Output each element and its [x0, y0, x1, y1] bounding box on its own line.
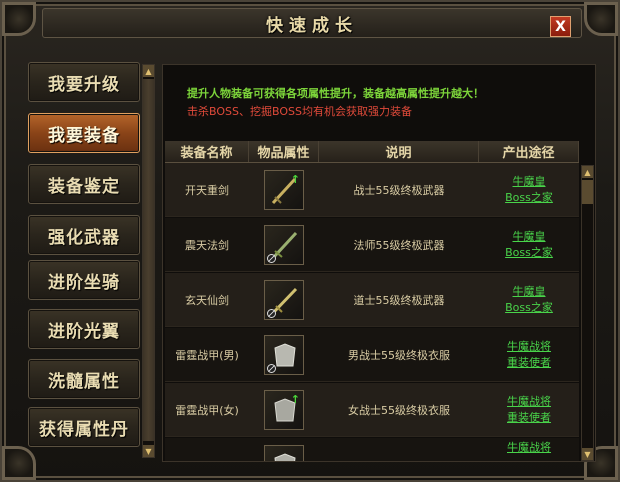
menu-scrollbar[interactable]: ▲ ▼ — [142, 64, 155, 458]
item-name: 开天重剑 — [185, 183, 229, 197]
menu-item-advance-wings[interactable]: 进阶光翼 — [28, 309, 140, 349]
item-description: 战士55级终极武器 — [353, 183, 445, 197]
sword-icon[interactable] — [264, 224, 304, 265]
table-row: 玄天仙剑 道士55级终极武器 牛魔皇 Boss之家 — [165, 273, 579, 327]
upgrade-arrow-icon: ↑ — [290, 172, 300, 186]
ornament-corner — [2, 2, 36, 36]
header-name: 装备名称 — [165, 141, 249, 162]
item-name — [165, 438, 249, 461]
scroll-down-icon[interactable]: ▼ — [582, 448, 593, 460]
item-name: 玄天仙剑 — [185, 293, 229, 307]
table-row: 牛魔战将 — [165, 438, 579, 461]
source-link[interactable]: Boss之家 — [505, 190, 553, 206]
notice: 提升人物装备可获得各项属性提升，装备越高属性提升越大！ 击杀BOSS、挖掘BOS… — [187, 85, 587, 121]
source-link[interactable]: Boss之家 — [505, 300, 553, 316]
item-description: 道士55级终极武器 — [353, 293, 445, 307]
armor-icon[interactable] — [264, 334, 304, 375]
item-name: 震天法剑 — [185, 238, 229, 252]
header-attributes: 物品属性 — [249, 141, 319, 162]
title-bar: 快速成长 — [42, 8, 582, 38]
armor-icon[interactable]: ↑ — [264, 389, 304, 430]
source-link[interactable]: 重装使者 — [507, 355, 551, 371]
scroll-up-icon[interactable]: ▲ — [582, 166, 593, 178]
table-row: 开天重剑 ↑ 战士55级终极武器 牛魔皇 Boss之家 — [165, 163, 579, 217]
scroll-down-icon[interactable]: ▼ — [143, 445, 154, 457]
sword-icon[interactable] — [264, 279, 304, 320]
ornament-corner — [584, 2, 618, 36]
upgrade-arrow-icon: ↑ — [290, 392, 300, 406]
item-description — [319, 438, 479, 461]
table-row: 雷霆战甲(女) ↑ 女战士55级终极衣服 牛魔战将 重装使者 — [165, 383, 579, 437]
item-name: 雷霆战甲(男) — [175, 348, 239, 362]
menu-item-advance-mount[interactable]: 进阶坐骑 — [28, 260, 140, 300]
item-name: 雷霆战甲(女) — [175, 403, 239, 417]
scroll-thumb[interactable] — [582, 180, 593, 204]
source-link[interactable]: 牛魔皇 — [513, 229, 546, 245]
notice-line-1: 提升人物装备可获得各项属性提升，装备越高属性提升越大！ — [187, 87, 484, 100]
menu-item-level-up[interactable]: 我要升级 — [28, 62, 140, 102]
menu-item-attribute-pill[interactable]: 获得属性丹 — [28, 407, 140, 447]
source-link[interactable]: 牛魔战将 — [507, 440, 551, 456]
item-description: 女战士55级终极衣服 — [348, 403, 450, 417]
equipment-table: 装备名称 物品属性 说明 产出途径 开天重剑 ↑ 战士55级终极武器 牛魔皇 B… — [165, 141, 579, 461]
menu-item-equipment[interactable]: 我要装备 — [28, 113, 140, 153]
source-link[interactable]: 牛魔战将 — [507, 339, 551, 355]
content-panel: 提升人物装备可获得各项属性提升，装备越高属性提升越大！ 击杀BOSS、挖掘BOS… — [162, 64, 596, 462]
window-title: 快速成长 — [266, 15, 358, 36]
header-source: 产出途径 — [479, 141, 579, 162]
menu-item-appraise[interactable]: 装备鉴定 — [28, 164, 140, 204]
table-row: 雷霆战甲(男) 男战士55级终极衣服 牛魔战将 重装使者 — [165, 328, 579, 382]
close-button[interactable]: X — [550, 16, 571, 37]
notice-line-2: 击杀BOSS、挖掘BOSS均有机会获取强力装备 — [187, 105, 412, 118]
forbidden-icon — [267, 253, 276, 263]
table-scrollbar[interactable]: ▲ ▼ — [581, 165, 594, 461]
source-link[interactable]: 牛魔皇 — [513, 174, 546, 190]
scroll-up-icon[interactable]: ▲ — [143, 65, 154, 77]
table-header: 装备名称 物品属性 说明 产出途径 — [165, 141, 579, 163]
armor-icon[interactable] — [264, 444, 304, 461]
forbidden-icon — [267, 363, 276, 373]
table-row: 震天法剑 法师55级终极武器 牛魔皇 Boss之家 — [165, 218, 579, 272]
quick-growth-window: 快速成长 X 我要升级 我要装备 装备鉴定 强化武器 进阶坐骑 进阶光翼 洗髓属… — [0, 0, 620, 482]
header-description: 说明 — [319, 141, 479, 162]
item-description: 男战士55级终极衣服 — [348, 348, 450, 362]
sword-icon[interactable]: ↑ — [264, 169, 304, 210]
source-link[interactable]: 牛魔皇 — [513, 284, 546, 300]
scroll-thumb[interactable] — [143, 79, 154, 441]
forbidden-icon — [267, 308, 276, 318]
source-link[interactable]: Boss之家 — [505, 245, 553, 261]
category-menu: 我要升级 我要装备 装备鉴定 强化武器 进阶坐骑 进阶光翼 洗髓属性 获得属性丹 — [28, 62, 140, 460]
source-link[interactable]: 重装使者 — [507, 410, 551, 426]
item-description: 法师55级终极武器 — [353, 238, 445, 252]
menu-item-enhance-weapon[interactable]: 强化武器 — [28, 215, 140, 255]
source-link[interactable]: 牛魔战将 — [507, 394, 551, 410]
menu-item-reforge[interactable]: 洗髓属性 — [28, 359, 140, 399]
